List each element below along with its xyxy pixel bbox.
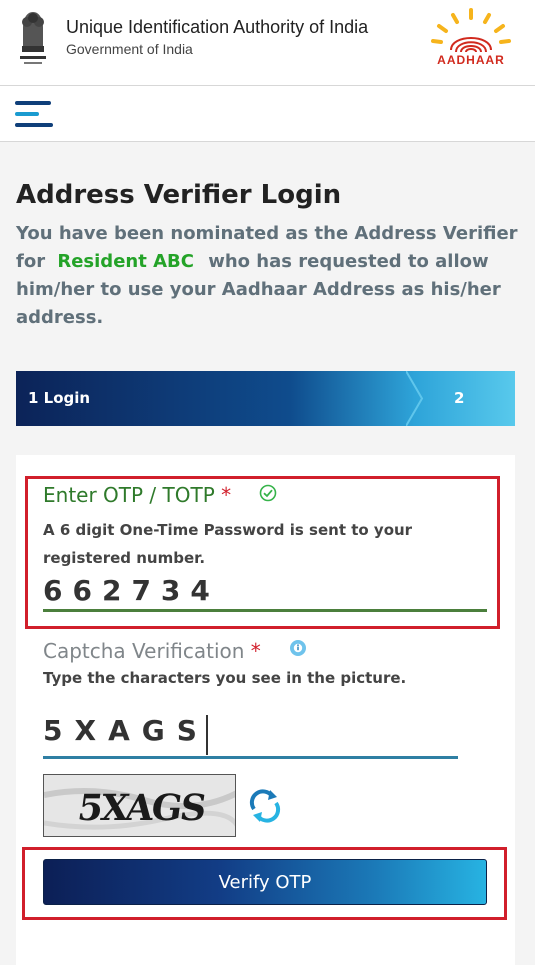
- otp-input[interactable]: 662734: [43, 574, 487, 612]
- otp-required-mark: *: [221, 483, 232, 507]
- step-1-login: 1 Login: [28, 389, 91, 407]
- national-emblem-icon: [20, 12, 46, 64]
- refresh-icon[interactable]: [248, 787, 282, 825]
- page-title: Address Verifier Login: [16, 180, 342, 210]
- otp-label-text: Enter OTP / TOTP: [43, 483, 215, 507]
- otp-help-text: A 6 digit One-Time Password is sent to y…: [43, 521, 413, 567]
- captcha-label-text: Captcha Verification: [43, 639, 245, 663]
- aadhaar-logo-text: AADHAAR: [437, 53, 505, 67]
- captcha-help-text: Type the characters you see in the pictu…: [43, 669, 407, 687]
- text-caret: [206, 715, 208, 755]
- verify-otp-button[interactable]: Verify OTP: [43, 859, 487, 905]
- org-subtitle: Government of India: [66, 41, 193, 57]
- hamburger-menu-icon[interactable]: [15, 101, 55, 127]
- intro-text: You have been nominated as the Address V…: [16, 220, 521, 332]
- step-separator-icon: [406, 371, 424, 426]
- captcha-label: Captcha Verification *: [43, 639, 261, 663]
- resident-name: Resident ABC: [57, 251, 194, 272]
- captcha-required-mark: *: [250, 639, 261, 663]
- otp-label: Enter OTP / TOTP *: [43, 483, 231, 507]
- info-icon[interactable]: [289, 639, 307, 657]
- site-header: Unique Identification Authority of India…: [0, 0, 535, 86]
- org-title: Unique Identification Authority of India: [66, 17, 369, 37]
- captcha-input[interactable]: 5XAGS: [43, 714, 458, 759]
- captcha-image-text: 5XAGS: [75, 787, 208, 829]
- check-circle-icon: [259, 484, 277, 502]
- navbar: [0, 86, 535, 142]
- login-stepper: 1 Login 2: [16, 371, 515, 426]
- step-2: 2: [454, 389, 465, 407]
- captcha-image: 5XAGS: [43, 774, 236, 837]
